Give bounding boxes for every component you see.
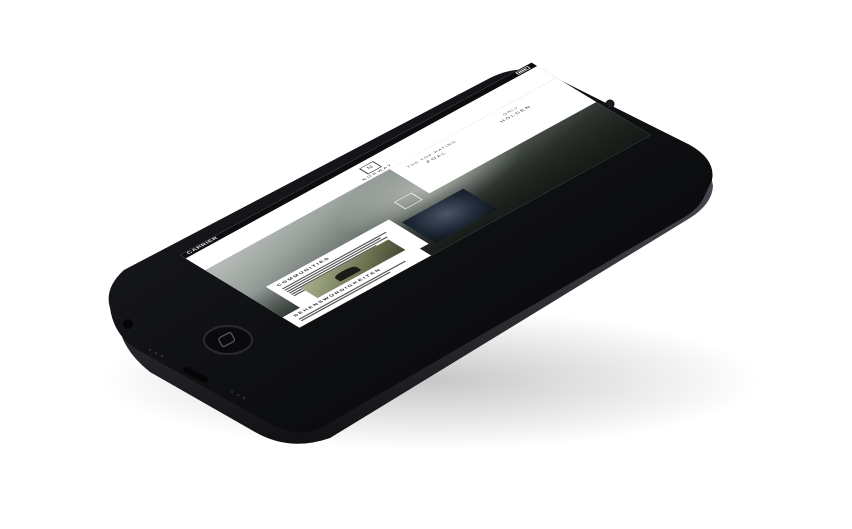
- headphone-jack: [123, 319, 133, 329]
- phone-mockup-scene: [100, 69, 760, 450]
- home-button[interactable]: [203, 325, 253, 355]
- front-camera: [605, 99, 615, 109]
